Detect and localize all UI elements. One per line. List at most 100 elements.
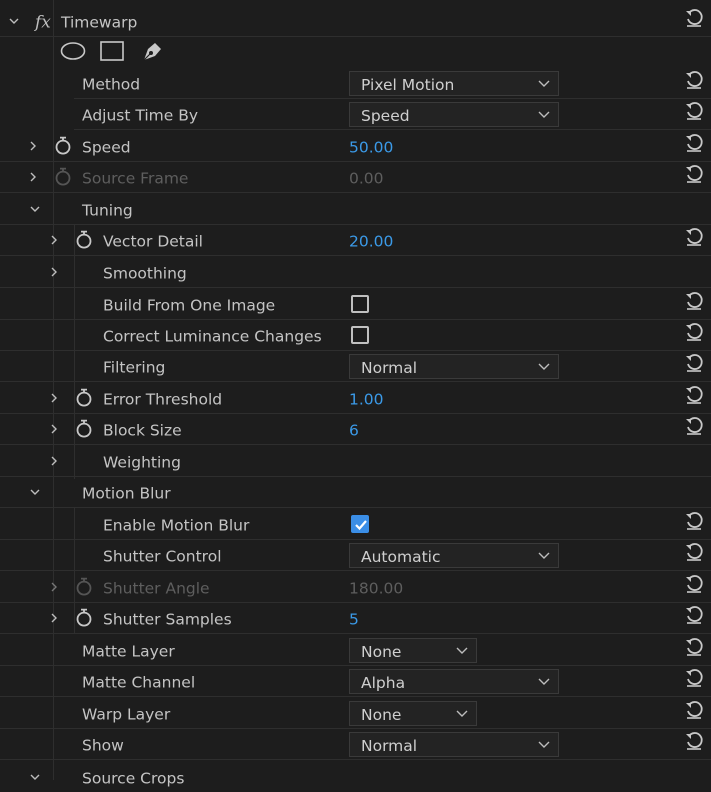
adjust-time-by-label: Adjust Time By [82, 106, 199, 125]
chevron-down-icon [538, 80, 550, 87]
shutter-angle-row: Shutter Angle 180.00 [0, 572, 711, 603]
vector-detail-row: Vector Detail 20.00 [0, 225, 711, 256]
reset-icon[interactable] [684, 353, 704, 373]
filtering-label: Filtering [103, 358, 166, 377]
stopwatch-icon [76, 577, 92, 596]
method-dropdown[interactable]: Pixel Motion [349, 71, 559, 96]
fx-badge[interactable]: fx [35, 13, 51, 33]
chevron-down-icon [538, 111, 550, 118]
stopwatch-icon[interactable] [75, 230, 93, 250]
chevron-right-icon[interactable] [48, 266, 60, 278]
chevron-down-icon [538, 678, 550, 685]
tuning-group-row[interactable]: Tuning [0, 194, 711, 225]
chevron-down-icon [538, 552, 550, 559]
source-frame-value: 0.00 [349, 169, 384, 188]
chevron-right-icon[interactable] [48, 612, 60, 624]
pen-mask-icon[interactable] [141, 39, 165, 63]
error-threshold-label: Error Threshold [103, 390, 223, 409]
correct-luminance-checkbox[interactable] [351, 326, 369, 344]
chevron-right-icon[interactable] [27, 171, 39, 183]
warp-layer-dropdown[interactable]: None [349, 701, 477, 726]
motion-blur-group-row[interactable]: Motion Blur [0, 477, 711, 508]
stopwatch-icon[interactable] [75, 608, 93, 628]
weighting-row[interactable]: Weighting [0, 446, 711, 477]
smoothing-row[interactable]: Smoothing [0, 257, 711, 288]
shutter-angle-value: 180.00 [349, 579, 404, 598]
chevron-right-icon[interactable] [48, 234, 60, 246]
reset-icon[interactable] [684, 700, 704, 720]
enable-motion-blur-label: Enable Motion Blur [103, 516, 250, 535]
reset-icon[interactable] [684, 511, 704, 531]
shutter-samples-value[interactable]: 5 [349, 610, 359, 628]
chevron-down-icon[interactable] [29, 486, 41, 498]
shutter-control-label: Shutter Control [103, 547, 222, 566]
method-row: Method Pixel Motion [74, 68, 711, 99]
chevron-down-icon [456, 710, 468, 717]
chevron-down-icon[interactable] [29, 771, 41, 783]
build-from-one-image-checkbox[interactable] [351, 295, 369, 313]
error-threshold-row: Error Threshold 1.00 [0, 383, 711, 414]
source-crops-group-row[interactable]: Source Crops [0, 761, 711, 792]
filtering-row: Filtering Normal [0, 351, 711, 382]
correct-luminance-row: Correct Luminance Changes [0, 320, 711, 351]
filtering-value: Normal [361, 358, 418, 377]
reset-icon[interactable] [684, 637, 704, 657]
rectangle-mask-icon[interactable] [100, 41, 124, 61]
chevron-down-icon [538, 741, 550, 748]
reset-icon[interactable] [684, 574, 704, 594]
reset-icon[interactable] [684, 385, 704, 405]
reset-icon[interactable] [684, 227, 704, 247]
matte-layer-dropdown[interactable]: None [349, 638, 477, 663]
filtering-dropdown[interactable]: Normal [349, 354, 559, 379]
reset-icon[interactable] [684, 668, 704, 688]
reset-icon[interactable] [684, 542, 704, 562]
effect-header-row[interactable]: fx Timewarp [0, 6, 711, 37]
vector-detail-label: Vector Detail [103, 232, 203, 251]
speed-value[interactable]: 50.00 [349, 138, 393, 156]
block-size-row: Block Size 6 [0, 414, 711, 445]
chevron-right-icon[interactable] [48, 423, 60, 435]
reset-icon[interactable] [684, 133, 704, 153]
chevron-right-icon[interactable] [48, 581, 60, 593]
matte-channel-label: Matte Channel [82, 673, 196, 692]
reset-icon[interactable] [684, 322, 704, 342]
enable-motion-blur-row: Enable Motion Blur [0, 509, 711, 540]
adjust-time-by-dropdown[interactable]: Speed [349, 102, 559, 127]
matte-layer-value: None [361, 642, 402, 661]
chevron-down-icon [456, 647, 468, 654]
stopwatch-icon[interactable] [75, 388, 93, 408]
chevron-right-icon[interactable] [27, 140, 39, 152]
reset-icon[interactable] [684, 731, 704, 751]
error-threshold-value[interactable]: 1.00 [349, 390, 384, 408]
reset-icon[interactable] [684, 605, 704, 625]
matte-layer-row: Matte Layer None [0, 635, 711, 666]
chevron-down-icon[interactable] [29, 203, 41, 215]
stopwatch-icon[interactable] [54, 136, 72, 156]
ellipse-mask-icon[interactable] [60, 41, 86, 61]
vector-detail-value[interactable]: 20.00 [349, 232, 393, 250]
shutter-angle-label: Shutter Angle [103, 579, 210, 598]
speed-label: Speed [82, 138, 131, 157]
reset-icon[interactable] [684, 164, 704, 184]
reset-icon[interactable] [684, 8, 704, 28]
reset-icon[interactable] [684, 70, 704, 90]
mask-tools-row [0, 37, 711, 67]
shutter-control-dropdown[interactable]: Automatic [349, 543, 559, 568]
chevron-right-icon[interactable] [48, 392, 60, 404]
block-size-value[interactable]: 6 [349, 421, 359, 439]
chevron-down-icon[interactable] [8, 15, 20, 27]
weighting-label: Weighting [103, 453, 181, 472]
stopwatch-icon[interactable] [75, 419, 93, 439]
enable-motion-blur-checkbox[interactable] [351, 515, 369, 533]
reset-icon[interactable] [684, 291, 704, 311]
reset-icon[interactable] [684, 101, 704, 121]
matte-channel-dropdown[interactable]: Alpha [349, 669, 559, 694]
show-label: Show [82, 736, 124, 755]
chevron-right-icon[interactable] [48, 455, 60, 467]
shutter-control-row: Shutter Control Automatic [0, 540, 711, 571]
warp-layer-value: None [361, 705, 402, 724]
show-dropdown[interactable]: Normal [349, 732, 559, 757]
adjust-time-by-value: Speed [361, 106, 410, 125]
warp-layer-label: Warp Layer [82, 705, 171, 724]
reset-icon[interactable] [684, 416, 704, 436]
